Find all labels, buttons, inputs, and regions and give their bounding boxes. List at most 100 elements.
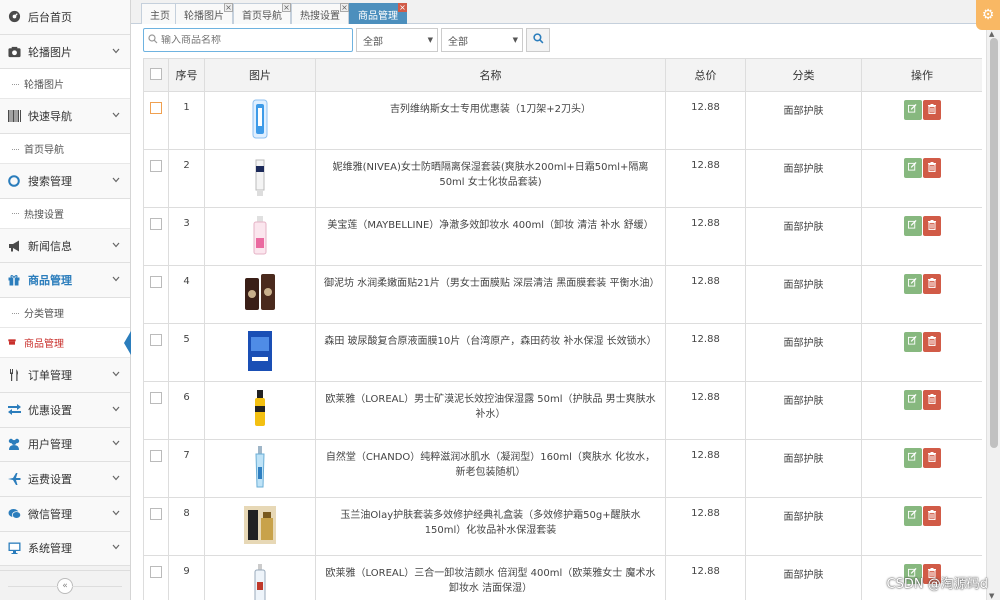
product-thumbnail[interactable]	[243, 330, 277, 372]
tab-hot-search[interactable]: 热搜设置 ×	[291, 3, 349, 24]
search-button[interactable]	[526, 28, 550, 52]
row-checkbox[interactable]	[150, 334, 162, 346]
product-thumbnail[interactable]	[243, 504, 277, 546]
close-icon[interactable]: ×	[398, 3, 407, 12]
row-actions	[861, 439, 982, 498]
delete-button[interactable]	[922, 216, 941, 236]
cutlery-icon	[7, 368, 21, 382]
edit-button[interactable]	[903, 216, 922, 236]
product-category: 面部护肤	[745, 381, 862, 440]
sidebar-subitem[interactable]: 首页导航	[0, 134, 130, 165]
product-thumbnail[interactable]	[243, 446, 277, 488]
chevron-down-icon	[112, 176, 120, 186]
sidebar-item[interactable]: 优惠设置	[0, 392, 130, 428]
edit-button[interactable]	[903, 158, 922, 178]
scroll-thumb[interactable]	[990, 38, 998, 448]
divider	[72, 585, 122, 587]
edit-button[interactable]	[903, 506, 922, 526]
sidebar-item-label: 系统管理	[28, 542, 72, 556]
edit-icon	[908, 162, 917, 174]
product-category: 面部护肤	[745, 439, 862, 498]
close-icon[interactable]: ×	[340, 3, 349, 12]
sidebar-subitem[interactable]: 商品管理	[0, 328, 131, 359]
product-name: 玉兰油Olay护肤套装多效修护经典礼盒装（多效修护霜50g+醒肤水150ml）化…	[315, 497, 666, 556]
edit-button[interactable]	[903, 100, 922, 120]
sidebar-subitem[interactable]: 热搜设置	[0, 198, 130, 229]
table-row: 8 玉兰油Olay护肤套装多效修护经典礼盒装（多效修护霜50g+醒肤水150ml）…	[143, 497, 982, 556]
product-thumbnail[interactable]	[243, 272, 277, 314]
sidebar-item[interactable]: 搜索管理	[0, 164, 130, 199]
filter-select-1[interactable]: 全部 ▼	[356, 28, 438, 52]
row-checkbox[interactable]	[150, 566, 162, 578]
row-number: 8	[168, 497, 205, 556]
product-price: 12.88	[665, 497, 746, 556]
sidebar-item[interactable]: 后台首页	[0, 0, 130, 35]
product-category: 面部护肤	[745, 91, 862, 150]
sidebar-item[interactable]: 订单管理	[0, 358, 130, 393]
row-checkbox[interactable]	[150, 392, 162, 404]
tab-home-nav[interactable]: 首页导航 ×	[233, 3, 291, 24]
tab-carousel[interactable]: 轮播图片 ×	[175, 3, 233, 24]
tab-product-management[interactable]: 商品管理 ×	[349, 3, 407, 24]
product-thumbnail[interactable]	[243, 562, 277, 600]
delete-button[interactable]	[922, 390, 941, 410]
row-checkbox[interactable]	[150, 450, 162, 462]
row-checkbox[interactable]	[150, 160, 162, 172]
scroll-up-icon[interactable]: ▲	[989, 30, 994, 38]
sidebar-item[interactable]: 商品管理	[0, 263, 130, 299]
delete-button[interactable]	[922, 506, 941, 526]
sidebar-item[interactable]: 新闻信息	[0, 228, 130, 264]
row-select-cell	[143, 497, 169, 556]
delete-button[interactable]	[922, 274, 941, 294]
product-image-cell	[204, 323, 316, 382]
row-number: 9	[168, 555, 205, 600]
edit-button[interactable]	[903, 390, 922, 410]
edit-button[interactable]	[903, 274, 922, 294]
product-image-cell	[204, 207, 316, 266]
search-input[interactable]	[161, 34, 341, 46]
edit-button[interactable]	[903, 448, 922, 468]
row-checkbox[interactable]	[150, 508, 162, 520]
product-thumbnail[interactable]	[243, 156, 277, 198]
product-name: 御泥坊 水润柔嫩面贴21片（男女士面膜贴 深层清洁 黑面膜套装 平衡水油）	[315, 265, 666, 324]
select-all-checkbox[interactable]	[150, 67, 162, 80]
row-number: 2	[168, 149, 205, 208]
row-checkbox[interactable]	[150, 276, 162, 288]
row-checkbox[interactable]	[150, 218, 162, 230]
scroll-down-icon[interactable]: ▼	[989, 592, 994, 600]
delete-button[interactable]	[922, 448, 941, 468]
collapse-sidebar-button[interactable]: «	[57, 577, 73, 594]
sidebar-subitem[interactable]: 轮播图片	[0, 69, 130, 100]
product-thumbnail[interactable]	[243, 388, 277, 430]
sidebar-subitem[interactable]: 分类管理	[0, 298, 130, 329]
close-icon[interactable]: ×	[224, 3, 233, 12]
sidebar-item[interactable]: 用户管理	[0, 427, 130, 463]
exchange-icon	[7, 403, 21, 417]
delete-button[interactable]	[922, 332, 941, 352]
row-select-cell	[143, 381, 169, 440]
sidebar-item-label: 优惠设置	[28, 403, 72, 417]
product-thumbnail[interactable]	[243, 214, 277, 256]
double-chevron-left-icon: «	[62, 580, 68, 591]
sidebar-item-label: 快速导航	[28, 110, 72, 124]
sidebar-item[interactable]: 系统管理	[0, 531, 130, 567]
chevron-down-icon	[112, 275, 120, 285]
settings-gear-button[interactable]: ⚙	[976, 0, 1000, 30]
edit-button[interactable]	[903, 332, 922, 352]
close-icon[interactable]: ×	[282, 3, 291, 12]
sidebar-item[interactable]: 快速导航	[0, 99, 130, 135]
row-checkbox[interactable]	[150, 102, 162, 114]
chevron-down-icon	[112, 474, 120, 484]
sidebar-item[interactable]: 轮播图片	[0, 34, 130, 70]
sidebar-item[interactable]: 运费设置	[0, 462, 130, 497]
chevron-down-icon	[112, 47, 120, 57]
product-thumbnail[interactable]	[243, 98, 277, 140]
tab-home[interactable]: 主页	[141, 3, 179, 24]
delete-button[interactable]	[922, 100, 941, 120]
tab-label: 轮播图片	[184, 10, 224, 22]
vertical-scrollbar[interactable]: ▲ ▼	[986, 30, 1000, 600]
filter-select-2[interactable]: 全部 ▼	[441, 28, 523, 52]
sidebar-item[interactable]: 微信管理	[0, 496, 130, 532]
delete-button[interactable]	[922, 158, 941, 178]
select-all-header[interactable]	[143, 58, 169, 92]
